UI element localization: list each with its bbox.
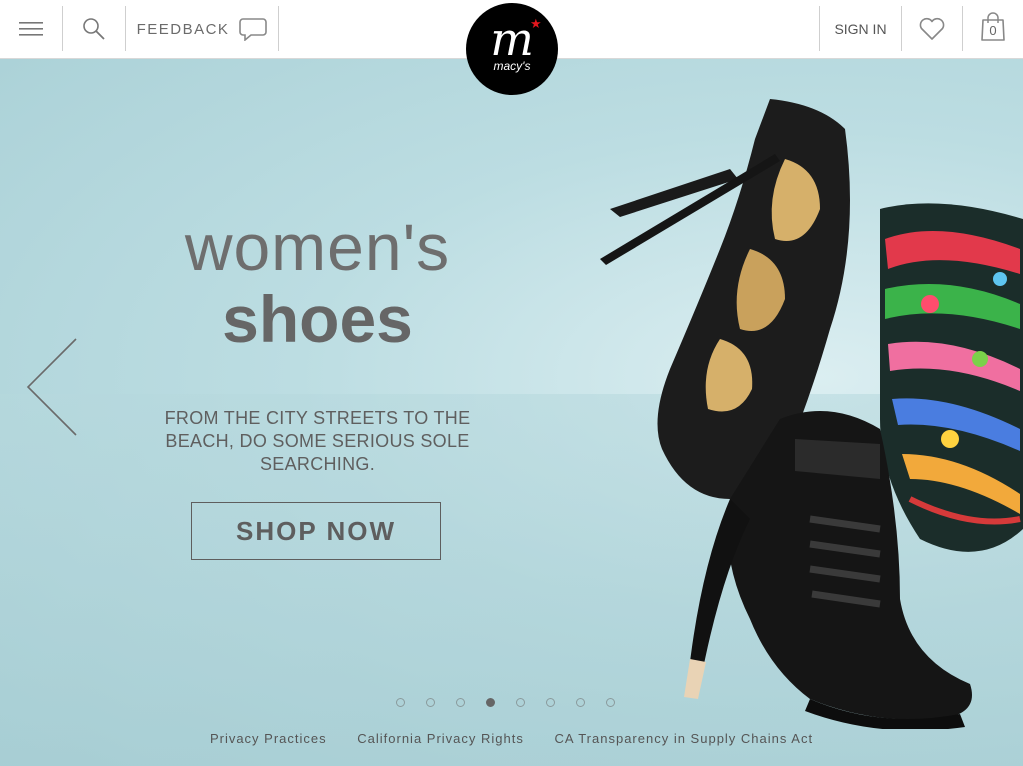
carousel-dot[interactable] (426, 698, 435, 707)
floral-sandal (880, 203, 1023, 552)
feedback-button[interactable]: FEEDBACK (126, 0, 278, 58)
carousel-dot[interactable] (516, 698, 525, 707)
menu-button[interactable] (0, 0, 62, 58)
carousel-dot[interactable] (456, 698, 465, 707)
sign-in-link[interactable]: SIGN IN (820, 0, 901, 58)
wishlist-button[interactable] (902, 0, 962, 58)
shoes-image (600, 99, 1023, 729)
ca-transparency-link[interactable]: CA Transparency in Supply Chains Act (555, 731, 814, 746)
heart-icon (919, 17, 945, 40)
hero-subtitle: FROM THE CITY STREETS TO THE BEACH, DO S… (164, 408, 471, 474)
carousel-dot[interactable] (546, 698, 555, 707)
shop-now-button[interactable]: SHOP NOW (191, 502, 441, 560)
header-divider (278, 6, 279, 51)
search-button[interactable] (63, 0, 125, 58)
macys-logo[interactable]: m ★ macy's (466, 3, 558, 95)
carousel-dot[interactable] (576, 698, 585, 707)
carousel-dots (396, 698, 636, 707)
carousel-dot[interactable] (606, 698, 615, 707)
bag-count: 0 (989, 23, 997, 38)
carousel-prev-button[interactable] (22, 337, 82, 437)
search-icon (83, 18, 105, 40)
feedback-label: FEEDBACK (136, 20, 230, 38)
privacy-practices-link[interactable]: Privacy Practices (210, 731, 327, 746)
logo-star-icon: ★ (530, 16, 542, 31)
footer-links: Privacy Practices California Privacy Rig… (0, 731, 1023, 746)
shopping-bag-button[interactable]: 0 (963, 0, 1023, 58)
speech-bubble-icon (239, 18, 268, 41)
chevron-left-icon (26, 338, 77, 436)
hero-title-line1: women's (184, 210, 451, 284)
logo-monogram: m (490, 12, 534, 66)
hamburger-icon (19, 22, 43, 36)
hero-banner: women's shoes FROM THE CITY STREETS TO T… (0, 59, 1023, 766)
california-privacy-rights-link[interactable]: California Privacy Rights (357, 731, 524, 746)
carousel-dot[interactable] (396, 698, 405, 707)
sign-in-label: SIGN IN (834, 21, 887, 37)
logo-wordmark: macy's (493, 59, 531, 73)
hero-title-line2: shoes (222, 282, 413, 356)
carousel-dot[interactable] (486, 698, 495, 707)
